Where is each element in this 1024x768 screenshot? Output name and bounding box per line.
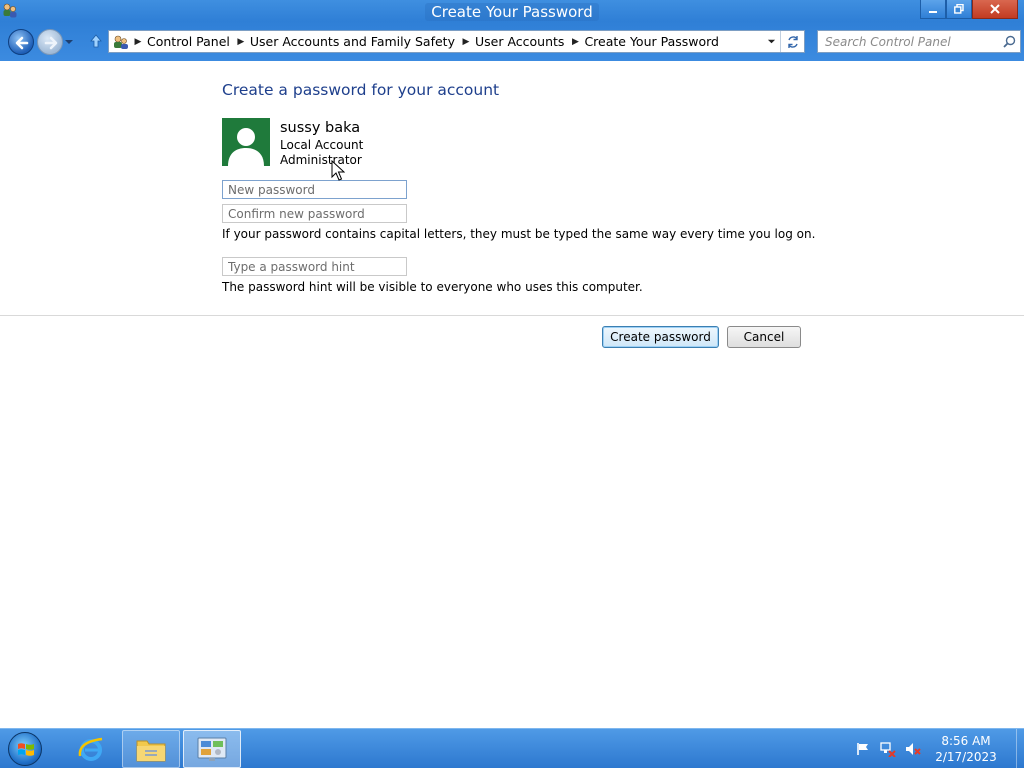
window-title-bar: Create Your Password <box>0 3 1024 21</box>
search-icon[interactable] <box>998 35 1020 48</box>
file-explorer-icon <box>136 740 166 762</box>
up-button[interactable] <box>88 33 104 49</box>
taskbar-internet-explorer[interactable] <box>62 730 120 768</box>
window-controls <box>920 0 1018 20</box>
back-button[interactable] <box>8 29 34 55</box>
back-arrow-icon <box>15 36 29 50</box>
up-arrow-icon <box>90 34 102 48</box>
breadcrumb-separator-icon[interactable]: ▶ <box>459 37 473 47</box>
control-panel-icon <box>197 737 227 761</box>
taskbar-control-panel[interactable] <box>183 730 241 768</box>
minimize-button[interactable] <box>920 0 946 19</box>
taskbar-file-explorer[interactable] <box>122 730 180 768</box>
new-password-field[interactable] <box>222 180 407 199</box>
breadcrumb-item-user-accounts-family-safety[interactable]: ▶ User Accounts and Family Safety <box>234 31 459 52</box>
search-box[interactable] <box>817 30 1021 53</box>
control-panel-icon <box>111 32 131 52</box>
breadcrumb-label: Control Panel <box>147 34 230 49</box>
refresh-button[interactable] <box>780 31 804 52</box>
taskbar-clock[interactable]: 8:56 AM 2/17/2023 <box>930 733 1002 765</box>
restore-icon <box>954 4 964 14</box>
windows-logo-icon <box>8 732 42 766</box>
account-type: Local Account <box>280 138 364 152</box>
system-tray: 8:56 AM 2/17/2023 <box>855 729 1024 768</box>
internet-explorer-icon <box>78 737 103 761</box>
breadcrumb-item-create-password[interactable]: ▶ Create Your Password <box>568 31 723 52</box>
breadcrumb-label: User Accounts and Family Safety <box>249 34 455 49</box>
restore-button[interactable] <box>946 0 972 19</box>
create-password-button[interactable]: Create password <box>602 326 719 348</box>
hint-note: The password hint will be visible to eve… <box>222 280 643 294</box>
search-input[interactable] <box>818 34 998 49</box>
minimize-icon <box>929 11 937 13</box>
account-role: Administrator <box>280 153 362 167</box>
address-bar[interactable]: ▶ Control Panel ▶ User Accounts and Fami… <box>108 30 805 53</box>
account-name: sussy baka <box>280 120 361 136</box>
close-icon <box>990 4 1000 14</box>
confirm-password-field[interactable] <box>222 204 407 223</box>
chevron-down-icon <box>65 40 73 44</box>
breadcrumb-label: Create Your Password <box>584 34 719 49</box>
recent-pages-button[interactable] <box>64 36 74 46</box>
breadcrumb-separator-icon[interactable]: ▶ <box>234 37 248 47</box>
show-desktop-button[interactable] <box>1016 729 1024 768</box>
taskbar: 8:56 AM 2/17/2023 <box>0 728 1024 768</box>
forward-button[interactable] <box>37 29 63 55</box>
breadcrumb-item-control-panel[interactable]: ▶ Control Panel <box>131 31 234 52</box>
chevron-down-icon <box>767 39 775 44</box>
start-button[interactable] <box>5 730 45 768</box>
content-area: Create a password for your account sussy… <box>0 61 1024 728</box>
forward-arrow-icon <box>44 36 58 50</box>
breadcrumb-item-user-accounts[interactable]: ▶ User Accounts <box>459 31 568 52</box>
window-title: Create Your Password <box>425 3 599 21</box>
mouse-cursor-icon <box>331 160 345 181</box>
breadcrumb-label: User Accounts <box>474 34 565 49</box>
cancel-button[interactable]: Cancel <box>727 326 801 348</box>
avatar <box>222 118 270 166</box>
password-hint-field[interactable] <box>222 257 407 276</box>
caps-note: If your password contains capital letter… <box>222 227 816 241</box>
breadcrumb-separator-icon[interactable]: ▶ <box>131 37 145 47</box>
divider <box>0 315 1024 316</box>
network-icon[interactable] <box>880 741 896 757</box>
close-button[interactable] <box>972 0 1018 19</box>
clock-date: 2/17/2023 <box>935 750 997 764</box>
clock-time: 8:56 AM <box>941 734 991 748</box>
refresh-icon <box>787 35 798 48</box>
address-history-button[interactable] <box>762 31 780 52</box>
user-silhouette-icon <box>228 128 264 166</box>
breadcrumb-separator-icon[interactable]: ▶ <box>568 37 582 47</box>
window-chrome: Create Your Password ▶ Control Panel ▶ U… <box>0 0 1024 61</box>
action-center-flag-icon[interactable] <box>855 741 871 757</box>
page-title: Create a password for your account <box>222 81 500 99</box>
volume-muted-icon[interactable] <box>905 741 921 757</box>
